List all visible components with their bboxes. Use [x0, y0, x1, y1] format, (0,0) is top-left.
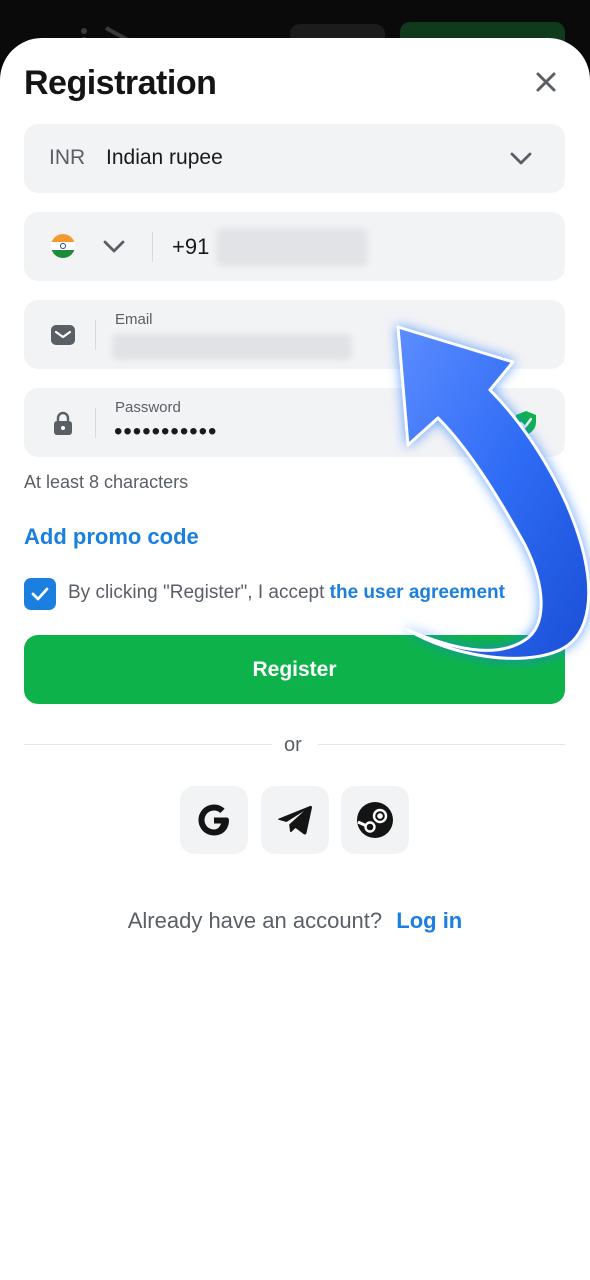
telegram-icon	[278, 805, 312, 835]
email-field[interactable]: Email	[24, 300, 565, 369]
checkmark-icon	[31, 587, 49, 601]
login-link[interactable]: Log in	[396, 908, 462, 933]
shield-check-icon	[516, 411, 536, 435]
envelope-icon	[51, 325, 75, 345]
page-title: Registration	[24, 64, 217, 102]
telegram-login-button[interactable]	[261, 786, 329, 854]
google-icon	[198, 804, 229, 836]
divider-line	[318, 744, 565, 745]
country-code-dropdown[interactable]	[100, 233, 128, 261]
currency-code: INR	[49, 146, 86, 169]
password-input[interactable]: •••••••••••	[114, 418, 217, 446]
register-button[interactable]: Register	[24, 635, 565, 704]
google-login-button[interactable]	[180, 786, 248, 854]
add-promo-code-link[interactable]: Add promo code	[24, 524, 199, 550]
email-input[interactable]	[112, 334, 352, 360]
close-icon	[536, 72, 556, 92]
steam-icon	[357, 802, 393, 838]
user-agreement-link[interactable]: the user agreement	[330, 582, 505, 603]
login-prompt-text: Already have an account?	[127, 908, 383, 933]
divider	[95, 408, 96, 438]
email-label: Email	[115, 311, 153, 328]
divider-or: or	[284, 734, 302, 756]
close-button[interactable]	[528, 64, 564, 100]
lock-icon	[54, 411, 72, 435]
agreement-checkbox[interactable]	[24, 578, 56, 610]
phone-field: +91	[24, 212, 565, 281]
agreement-label: By clicking "Register", I accept	[68, 582, 325, 603]
login-prompt: Already have an account? Log in	[0, 908, 590, 934]
currency-select[interactable]: INR Indian rupee	[24, 124, 565, 193]
password-hint: At least 8 characters	[24, 472, 189, 492]
phone-input[interactable]	[216, 228, 368, 266]
agreement-text: By clicking "Register", I accept the use…	[68, 582, 505, 604]
password-label: Password	[115, 399, 181, 416]
divider	[95, 320, 96, 350]
currency-name: Indian rupee	[106, 146, 223, 169]
divider-line	[24, 744, 272, 745]
divider	[152, 232, 153, 262]
phone-prefix: +91	[172, 234, 210, 259]
steam-login-button[interactable]	[341, 786, 409, 854]
chevron-down-icon	[510, 152, 532, 165]
password-field[interactable]: Password •••••••••••	[24, 388, 565, 457]
india-flag-icon	[51, 234, 75, 258]
registration-sheet: Registration INR Indian rupee +91 Email …	[0, 38, 590, 1280]
